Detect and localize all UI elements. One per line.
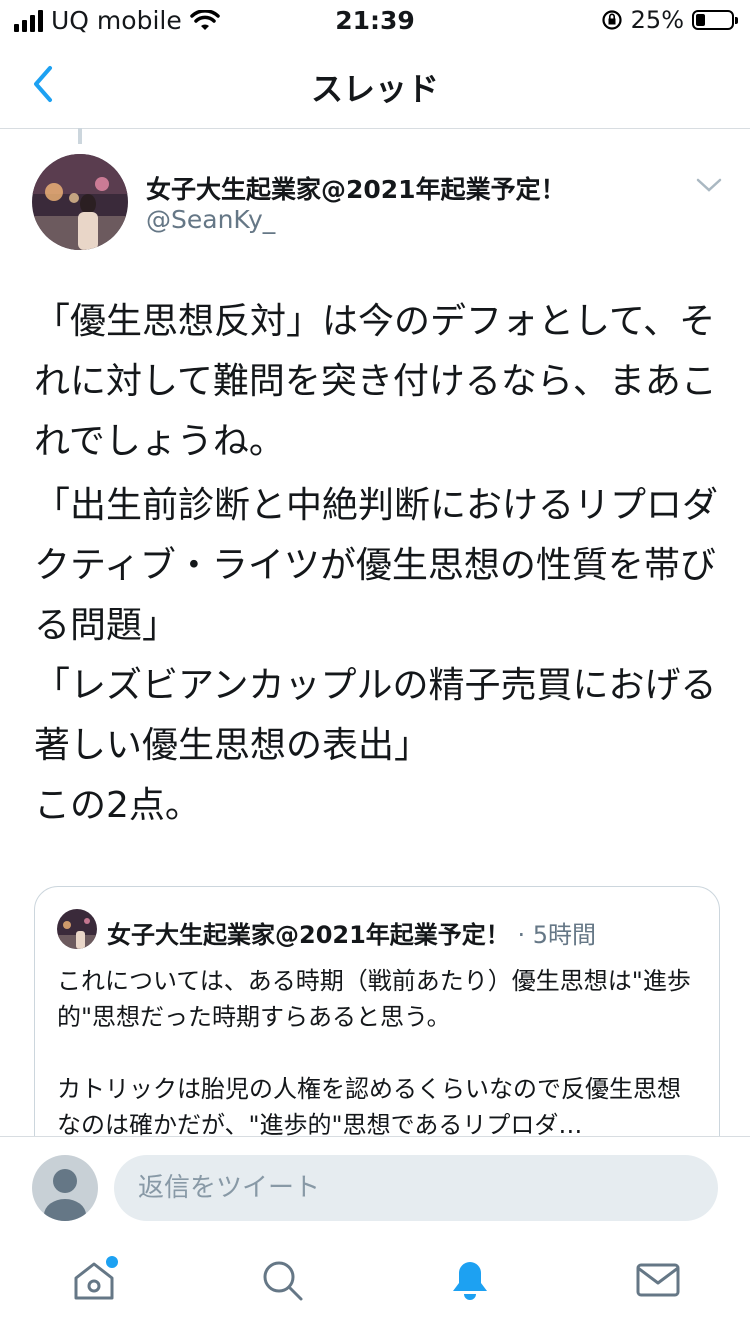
- quoted-display-name: 女子大生起業家@2021年起業予定！: [107, 921, 510, 949]
- rotation-lock-icon: [602, 10, 622, 30]
- user-handle[interactable]: @SeanKy_: [146, 205, 275, 234]
- quoted-paragraph: これについては、ある時期（戦前あたり）優生思想は"進歩的"思想だった時期すらある…: [57, 967, 691, 1031]
- notification-dot: [104, 1254, 120, 1270]
- battery-icon: [692, 10, 738, 30]
- chevron-down-icon[interactable]: [694, 170, 724, 200]
- quoted-time: · 5時間: [517, 921, 596, 949]
- status-right: 25%: [601, 6, 738, 34]
- tweet-paragraph: 「優生思想反対」は今のデフォとして、それに対して難問を突き付けるなら、まあこれで…: [34, 301, 717, 462]
- status-bar: UQ mobile 21:39 25%: [0, 0, 750, 44]
- battery-percent: 25%: [630, 6, 684, 34]
- page-title: スレッド: [310, 70, 439, 108]
- reply-input[interactable]: [114, 1155, 718, 1221]
- quoted-text: これについては、ある時期（戦前あたり）優生思想は"進歩的"思想だった時期すらある…: [57, 963, 697, 1143]
- nav-bar: スレッド: [0, 44, 750, 129]
- messages-icon[interactable]: [634, 1256, 682, 1304]
- display-name[interactable]: 女子大生起業家@2021年起業予定！: [146, 170, 566, 206]
- user-avatar: [32, 1155, 98, 1221]
- tab-bar: [0, 1236, 750, 1334]
- reply-bar: [0, 1136, 750, 1237]
- quoted-avatar: [57, 909, 97, 949]
- quoted-header: 女子大生起業家@2021年起業予定！ · 5時間: [107, 915, 596, 950]
- quoted-paragraph: カトリックは胎児の人権を認めるくらいなので反優生思想なのは確かだが、"進歩的"思…: [57, 1075, 681, 1139]
- tweet-text: 「優生思想反対」は今のデフォとして、それに対して難問を突き付けるなら、まあこれで…: [34, 292, 724, 836]
- search-icon[interactable]: [258, 1256, 306, 1304]
- notifications-icon[interactable]: [446, 1256, 494, 1304]
- avatar[interactable]: [32, 154, 128, 250]
- tweet-paragraph: 「出生前診断と中絶判断におけるリプロダクティブ・ライツが優生思想の性質を帯びる問…: [34, 485, 719, 826]
- thread-connector: [78, 128, 82, 144]
